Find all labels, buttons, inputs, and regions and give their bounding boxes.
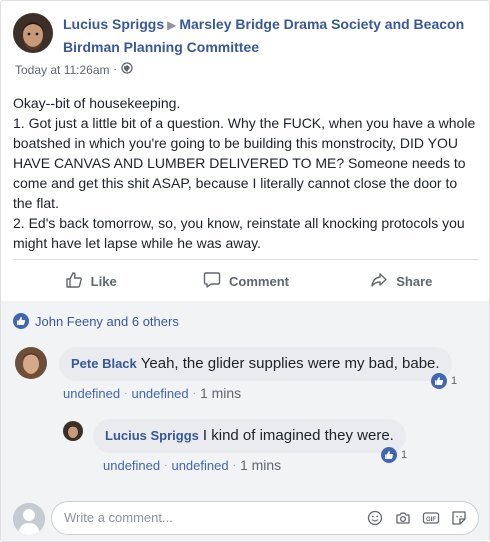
reply-like-link[interactable]: undefined [103, 458, 160, 473]
comment-like-link[interactable]: undefined [63, 386, 120, 401]
comment-reply-link[interactable]: undefined [131, 386, 188, 401]
post-header: Lucius Spriggs ▶ Marsley Bridge Drama Soci… [13, 11, 479, 81]
caret-right-icon: ▶ [167, 18, 177, 32]
post-actions: Like Comment Share [13, 263, 479, 299]
comment-author-link[interactable]: Pete Black [71, 356, 137, 371]
reactions-summary-text: John Feeny and 6 others [35, 313, 179, 329]
post-paragraph: 1. Got just a little bit of a question. … [13, 115, 476, 211]
comment-composer: GIF [51, 501, 479, 535]
composer-icons: GIF [366, 509, 468, 527]
separator-dot: · [124, 387, 128, 399]
comment-reaction-count[interactable]: 1 [431, 373, 457, 389]
author-avatar[interactable] [13, 13, 53, 53]
like-label: Like [90, 273, 117, 289]
globe-icon[interactable] [121, 62, 133, 77]
reply-text: I kind of imagined they were. [202, 427, 394, 444]
svg-text:GIF: GIF [426, 517, 436, 523]
reply-reaction-count[interactable]: 1 [381, 447, 407, 463]
separator-dot: · [192, 387, 196, 399]
share-label: Share [396, 273, 433, 289]
reply-author-link[interactable]: Lucius Spriggs [105, 428, 199, 443]
comment-time[interactable]: 1 mins [200, 385, 241, 401]
comment-label: Comment [229, 273, 289, 289]
author-name-link[interactable]: Lucius Spriggs [63, 16, 164, 32]
comment-input[interactable] [64, 510, 344, 525]
comment-actions: undefined · undefined · 1 mins [63, 385, 241, 401]
emoji-icon[interactable] [366, 509, 384, 527]
separator-dot: · [113, 64, 117, 75]
like-reaction-icon [13, 313, 29, 329]
reactions-summary[interactable]: John Feeny and 6 others [13, 313, 179, 329]
gif-icon[interactable]: GIF [422, 509, 440, 527]
current-user-avatar [13, 503, 45, 535]
divider [13, 259, 479, 260]
post-title-line: Lucius Spriggs ▶ Marsley Bridge Drama Soci… [63, 13, 479, 58]
share-button[interactable]: Share [324, 263, 479, 299]
like-reaction-icon [381, 447, 397, 463]
post-card: Lucius Spriggs ▶ Marsley Bridge Drama Soci… [0, 0, 490, 542]
comment-button[interactable]: Comment [168, 263, 323, 299]
post-paragraph: Okay--bit of housekeeping. [13, 95, 181, 111]
comment-like-count: 1 [451, 375, 458, 387]
post-paragraph: 2. Ed's back tomorrow, so, you know, rei… [13, 215, 465, 251]
reply-time[interactable]: 1 mins [240, 457, 281, 473]
camera-icon[interactable] [394, 509, 412, 527]
reply-bubble: Lucius Spriggs I kind of imagined they we… [93, 419, 406, 453]
reply-actions: undefined · undefined · 1 mins [103, 457, 281, 473]
post-body: Okay--bit of housekeeping. 1. Got just a… [13, 93, 479, 253]
separator-dot: · [164, 459, 168, 471]
comment-icon [203, 271, 221, 292]
thumbs-up-icon [65, 271, 83, 292]
comment-text: Yeah, the glider supplies were my bad, b… [140, 355, 440, 372]
reply-reply-link[interactable]: undefined [171, 458, 228, 473]
like-reaction-icon [431, 373, 447, 389]
comment-bubble: Pete Black Yeah, the glider supplies were… [59, 347, 452, 381]
reply-avatar[interactable] [63, 421, 83, 441]
sticker-icon[interactable] [450, 509, 468, 527]
post-timestamp[interactable]: Today at 11:26am [15, 63, 110, 77]
post-meta: Today at 11:26am · [15, 62, 133, 77]
separator-dot: · [232, 459, 236, 471]
reply-like-count: 1 [401, 449, 408, 461]
like-button[interactable]: Like [13, 263, 168, 299]
share-icon [370, 271, 388, 292]
commenter-avatar[interactable] [15, 347, 47, 379]
